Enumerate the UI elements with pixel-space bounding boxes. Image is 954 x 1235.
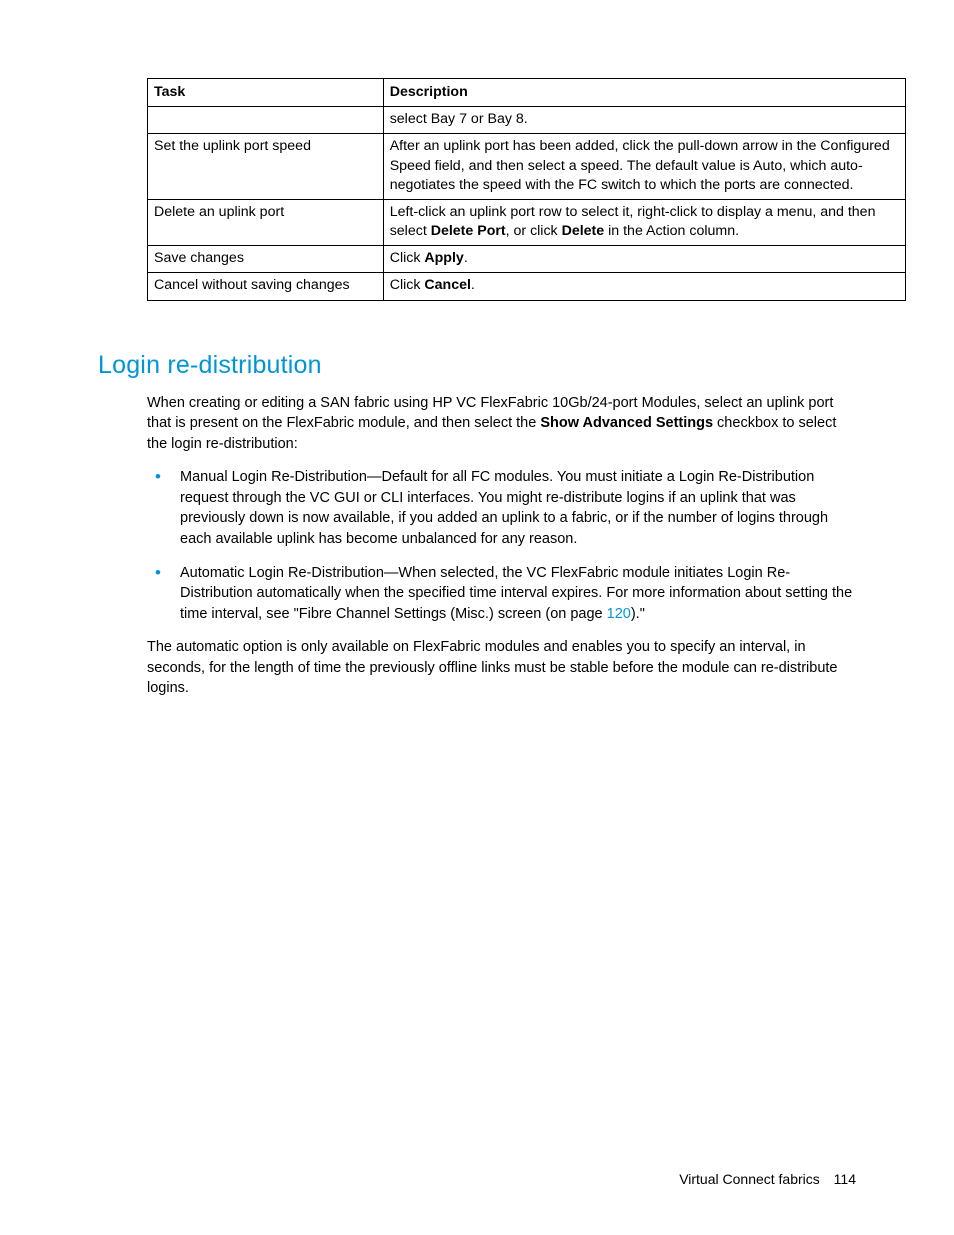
description-cell: After an uplink port has been added, cli… <box>383 134 905 200</box>
task-cell <box>148 107 384 134</box>
table-row: Save changes Click Apply. <box>148 246 906 273</box>
description-cell: Left-click an uplink port row to select … <box>383 199 905 245</box>
footer-section-name: Virtual Connect fabrics <box>679 1171 820 1187</box>
task-cell: Save changes <box>148 246 384 273</box>
task-cell: Set the uplink port speed <box>148 134 384 200</box>
bullet-list: Manual Login Re-Distribution—Default for… <box>147 467 856 624</box>
table-header-task: Task <box>148 79 384 107</box>
outro-paragraph: The automatic option is only available o… <box>147 637 856 699</box>
page-footer: Virtual Connect fabrics 114 <box>679 1171 856 1187</box>
footer-page-number: 114 <box>834 1171 856 1187</box>
intro-paragraph: When creating or editing a SAN fabric us… <box>147 393 856 455</box>
section-heading-login-redistribution: Login re-distribution <box>98 351 856 380</box>
task-description-table: Task Description select Bay 7 or Bay 8. … <box>147 78 906 301</box>
description-cell: Click Apply. <box>383 246 905 273</box>
table-row: Cancel without saving changes Click Canc… <box>148 273 906 300</box>
list-item: Manual Login Re-Distribution—Default for… <box>147 467 856 549</box>
description-cell: Click Cancel. <box>383 273 905 300</box>
table-row: Set the uplink port speed After an uplin… <box>148 134 906 200</box>
task-cell: Cancel without saving changes <box>148 273 384 300</box>
task-cell: Delete an uplink port <box>148 199 384 245</box>
table-row: Delete an uplink port Left-click an upli… <box>148 199 906 245</box>
list-item: Automatic Login Re-Distribution—When sel… <box>147 563 856 625</box>
table-row: select Bay 7 or Bay 8. <box>148 107 906 134</box>
page-link-120[interactable]: 120 <box>607 606 631 622</box>
table-header-description: Description <box>383 79 905 107</box>
description-cell: select Bay 7 or Bay 8. <box>383 107 905 134</box>
